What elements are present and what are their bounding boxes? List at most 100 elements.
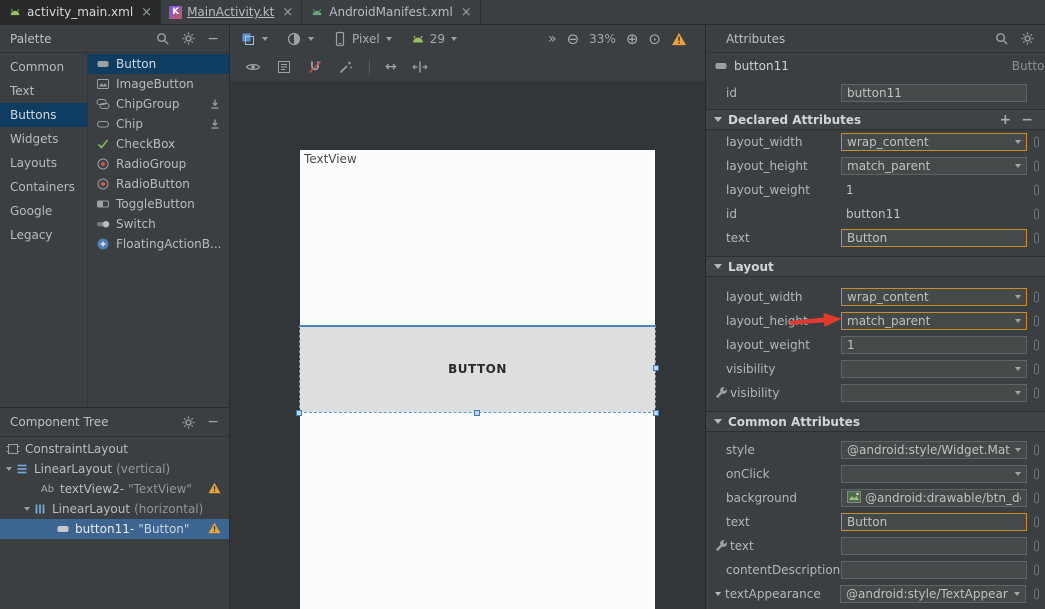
visibility-combo[interactable] [841, 360, 1027, 378]
palette-item-floatingactionbutton[interactable]: FloatingActionB... [88, 234, 229, 254]
palette-category-legacy[interactable]: Legacy [0, 223, 87, 247]
contentdescription-input[interactable] [841, 561, 1027, 579]
favorite-flag-icon[interactable] [1034, 493, 1039, 504]
favorite-flag-icon[interactable] [1034, 233, 1039, 244]
favorite-flag-icon[interactable] [1034, 388, 1039, 399]
blueprint-icon[interactable] [276, 59, 292, 75]
favorite-flag-icon[interactable] [1034, 340, 1039, 351]
layout-height-combo[interactable]: match_parent [841, 312, 1027, 330]
favorite-flag-icon[interactable] [1034, 209, 1039, 220]
favorite-flag-icon[interactable] [1034, 541, 1039, 552]
favorite-flag-icon[interactable] [1034, 292, 1039, 303]
clear-constraints-icon[interactable]: ↔ [385, 60, 397, 74]
search-icon[interactable] [155, 31, 170, 46]
layout-weight-value[interactable]: 1 [846, 183, 854, 197]
textappearance-combo[interactable]: @android:style/TextAppear [840, 585, 1026, 603]
tree-item-button11[interactable]: button11- "Button" [0, 519, 229, 539]
warning-icon[interactable] [208, 522, 221, 534]
text-input[interactable]: Button [841, 229, 1027, 247]
gear-icon[interactable] [1020, 31, 1035, 46]
gear-icon[interactable] [181, 415, 196, 430]
search-icon[interactable] [994, 31, 1009, 46]
favorite-flag-icon[interactable] [1034, 137, 1039, 148]
zoom-out-button[interactable]: ⊖ [567, 32, 580, 47]
canvas-textview-widget[interactable]: TextView [304, 152, 357, 166]
autoconnect-icon[interactable] [307, 59, 323, 75]
palette-category-buttons[interactable]: Buttons [0, 103, 87, 127]
palette-category-layouts[interactable]: Layouts [0, 151, 87, 175]
tree-item-linearlayout-vertical[interactable]: LinearLayout (vertical) [0, 459, 229, 479]
palette-item-chip[interactable]: Chip [88, 114, 229, 134]
favorite-flag-icon[interactable] [1034, 185, 1039, 196]
download-icon[interactable] [208, 97, 222, 111]
text-input[interactable]: Button [841, 513, 1027, 531]
device-screen[interactable]: TextView BUTTON [300, 150, 655, 609]
view-options-icon[interactable] [245, 59, 261, 75]
warning-icon[interactable] [671, 32, 687, 46]
palette-item-imagebutton[interactable]: ImageButton [88, 74, 229, 94]
favorite-flag-icon[interactable] [1034, 445, 1039, 456]
toolbar-overflow-chevrons[interactable]: » [548, 32, 557, 46]
tree-item-linearlayout-horizontal[interactable]: LinearLayout (horizontal) [0, 499, 229, 519]
default-margins-icon[interactable] [412, 59, 428, 75]
remove-attribute-button[interactable]: − [1021, 113, 1033, 127]
favorite-flag-icon[interactable] [1034, 316, 1039, 327]
tree-item-constraintlayout[interactable]: ConstraintLayout [0, 439, 229, 459]
favorite-flag-icon[interactable] [1034, 364, 1039, 375]
layout-width-combo[interactable]: wrap_content [841, 133, 1027, 151]
minimize-icon[interactable]: − [207, 415, 219, 429]
tab-mainactivity-kt[interactable]: K MainActivity.kt × [161, 0, 302, 24]
tools-visibility-combo[interactable] [841, 384, 1027, 402]
download-icon[interactable] [208, 117, 222, 131]
background-input[interactable]: @android:drawable/btn_defau [841, 489, 1027, 507]
palette-category-common[interactable]: Common [0, 55, 87, 79]
zoom-to-fit-button[interactable]: ⊙ [648, 32, 661, 47]
palette-category-google[interactable]: Google [0, 199, 87, 223]
id-value[interactable]: button11 [846, 207, 901, 221]
palette-category-containers[interactable]: Containers [0, 175, 87, 199]
infer-constraints-icon[interactable] [338, 59, 354, 75]
palette-category-widgets[interactable]: Widgets [0, 127, 87, 151]
close-icon[interactable]: × [461, 6, 472, 19]
add-attribute-button[interactable]: + [1000, 113, 1012, 127]
favorite-flag-icon[interactable] [1034, 161, 1039, 172]
tools-text-input[interactable] [841, 537, 1027, 555]
theme-selector[interactable] [286, 31, 314, 47]
layout-width-combo[interactable]: wrap_content [841, 288, 1027, 306]
device-selector[interactable]: Pixel [332, 31, 392, 47]
palette-item-switch[interactable]: Switch [88, 214, 229, 234]
close-icon[interactable]: × [141, 6, 152, 19]
canvas-button-widget[interactable]: BUTTON [300, 326, 655, 412]
warning-icon[interactable] [208, 482, 221, 494]
zoom-in-button[interactable]: ⊕ [626, 32, 639, 47]
section-layout[interactable]: Layout [706, 256, 1045, 277]
palette-item-chipgroup[interactable]: ChipGroup [88, 94, 229, 114]
collapse-arrow-icon[interactable] [715, 592, 721, 596]
favorite-flag-icon[interactable] [1034, 469, 1039, 480]
id-input[interactable]: button11 [841, 84, 1027, 102]
close-icon[interactable]: × [282, 6, 293, 19]
palette-item-checkbox[interactable]: CheckBox [88, 134, 229, 154]
style-combo[interactable]: @android:style/Widget.Mat [841, 441, 1027, 459]
section-declared-attributes[interactable]: Declared Attributes + − [706, 109, 1045, 130]
collapse-arrow-icon[interactable] [6, 467, 12, 471]
tab-androidmanifest-xml[interactable]: AndroidManifest.xml × [302, 0, 480, 24]
palette-item-button[interactable]: Button [88, 54, 229, 74]
favorite-flag-icon[interactable] [1034, 565, 1039, 576]
palette-category-text[interactable]: Text [0, 79, 87, 103]
minimize-icon[interactable]: − [207, 32, 219, 46]
collapse-arrow-icon[interactable] [24, 507, 30, 511]
onclick-combo[interactable] [841, 465, 1027, 483]
layout-weight-input[interactable]: 1 [841, 336, 1027, 354]
palette-item-radiobutton[interactable]: RadioButton [88, 174, 229, 194]
favorite-flag-icon[interactable] [1034, 589, 1039, 600]
design-canvas[interactable]: TextView BUTTON [230, 81, 705, 609]
gear-icon[interactable] [181, 31, 196, 46]
layout-height-combo[interactable]: match_parent [841, 157, 1027, 175]
api-level-selector[interactable]: 29 [410, 31, 457, 47]
section-common-attributes[interactable]: Common Attributes [706, 411, 1045, 432]
palette-item-radiogroup[interactable]: RadioGroup [88, 154, 229, 174]
palette-item-togglebutton[interactable]: ToggleButton [88, 194, 229, 214]
tree-item-textview2[interactable]: Ab textView2- "TextView" [0, 479, 229, 499]
tab-activity-main-xml[interactable]: activity_main.xml × [0, 0, 161, 24]
